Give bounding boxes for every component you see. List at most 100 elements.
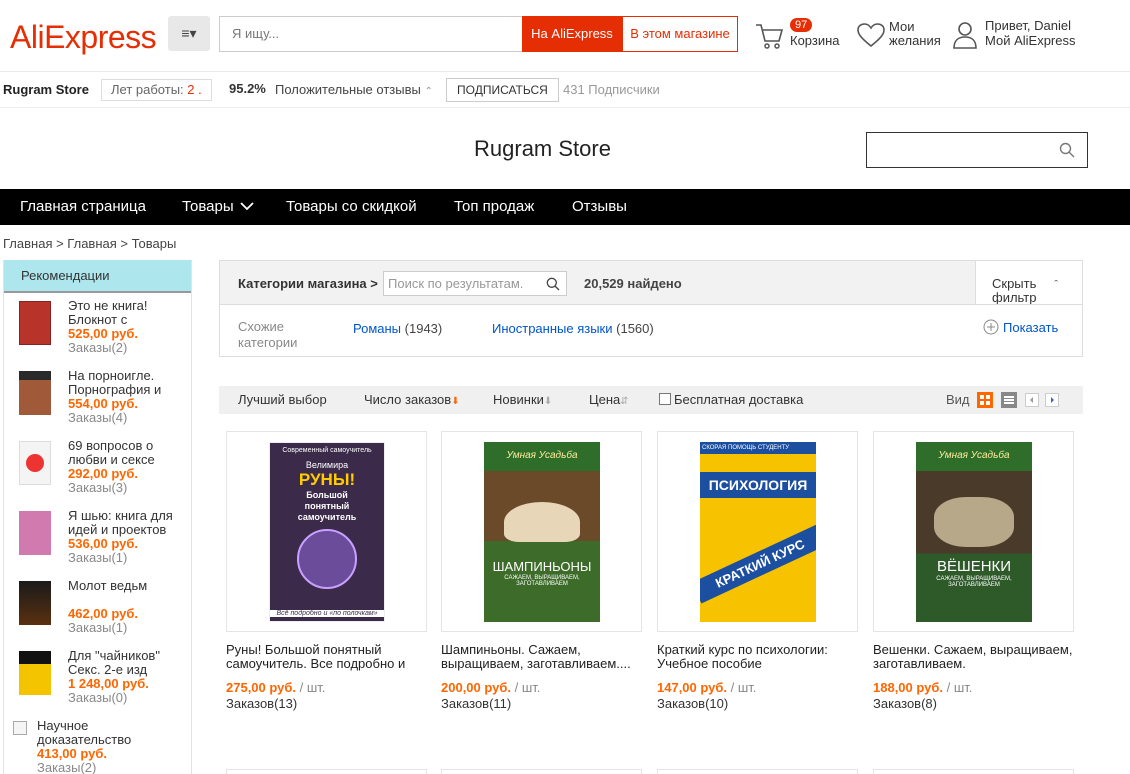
categories-menu-button[interactable]: ≡▾ bbox=[168, 16, 210, 51]
search-store-button[interactable]: В этом магазине bbox=[622, 16, 738, 52]
product-card[interactable]: СКОРАЯ ПОМОЩЬ СТУДЕНТУ ПСИХОЛОГИЯ КРАТКИ… bbox=[657, 431, 858, 632]
rec-title[interactable]: Для "чайников" Секс. 2-е изд bbox=[68, 649, 186, 677]
rec-title[interactable]: На порноигле. Порнография и bbox=[68, 369, 186, 397]
rec-title[interactable]: Научное доказательство bbox=[37, 719, 142, 747]
store-name[interactable]: Rugram Store bbox=[3, 82, 89, 97]
breadcrumb[interactable]: Главная > Главная > Товары bbox=[3, 236, 176, 251]
product-card[interactable] bbox=[873, 769, 1074, 774]
product-thumbnail[interactable] bbox=[19, 301, 51, 345]
similar-category-novels[interactable]: Романы (1943) bbox=[353, 321, 442, 336]
rec-title[interactable]: Это не книга! Блокнот с bbox=[68, 299, 186, 327]
rune-circle-icon bbox=[297, 529, 357, 589]
product-thumbnail[interactable] bbox=[19, 511, 51, 555]
product-orders: Заказов(13) bbox=[226, 696, 298, 711]
free-shipping-label[interactable]: Бесплатная доставка bbox=[674, 392, 803, 407]
nav-top-sales[interactable]: Топ продаж bbox=[454, 189, 534, 225]
rec-price: 1 248,00 руб. bbox=[68, 676, 149, 691]
rec-title[interactable]: 69 вопросов о любви и сексе bbox=[68, 439, 186, 467]
product-image-champignons[interactable]: Умная Усадьба ШАМПИНЬОНЫ САЖАЕМ, ВЫРАЩИВ… bbox=[484, 442, 600, 622]
nav-products[interactable]: Товары bbox=[182, 189, 254, 225]
category-link[interactable]: Романы bbox=[353, 321, 401, 336]
cart-label: Корзина bbox=[790, 33, 840, 48]
search-icon[interactable] bbox=[1059, 142, 1075, 158]
wishlist-label: Мои желания bbox=[889, 19, 941, 48]
cover-subtitle: Большой понятный самоучитель bbox=[297, 490, 357, 522]
cover-author: Велимира bbox=[305, 460, 349, 470]
search-input[interactable]: Я ищу... bbox=[219, 16, 522, 52]
sort-newest[interactable]: Новинки⬇ bbox=[493, 392, 552, 407]
cover-bottom: Всё подробно и «по полочкам» bbox=[270, 610, 384, 617]
list-item[interactable]: Это не книга! Блокнот с 525,00 руб. Заказы… bbox=[4, 299, 191, 369]
product-image-runes[interactable]: Современный самоучитель Велимира РУНЫ! Б… bbox=[269, 442, 385, 622]
followers-count: 431 Подписчики bbox=[563, 82, 660, 97]
show-more-button[interactable]: Показать bbox=[983, 319, 1058, 335]
product-thumbnail[interactable] bbox=[19, 441, 51, 485]
cover-title: ВЁШЕНКИ bbox=[936, 558, 1012, 575]
list-item[interactable]: Для "чайников" Секс. 2-е изд 1 248,00 руб… bbox=[4, 649, 191, 719]
product-card[interactable] bbox=[441, 769, 642, 774]
category-link[interactable]: Иностранные языки bbox=[492, 321, 613, 336]
product-card[interactable]: Современный самоучитель Велимира РУНЫ! Б… bbox=[226, 431, 427, 632]
product-thumbnail[interactable] bbox=[19, 651, 51, 695]
free-shipping-checkbox[interactable] bbox=[659, 393, 671, 405]
product-thumbnail[interactable] bbox=[19, 371, 51, 415]
sort-orders[interactable]: Число заказов⬇ bbox=[364, 392, 460, 407]
list-view-icon[interactable] bbox=[1001, 392, 1017, 408]
plus-circle-icon bbox=[983, 319, 999, 335]
cover-subtitle: САЖАЕМ, ВЫРАЩИВАЕМ, ЗАГОТАВЛИВАЕМ bbox=[504, 575, 580, 587]
product-title[interactable]: Шампиньоны. Сажаем, выращиваем, заготавл… bbox=[441, 643, 641, 671]
price-value: 188,00 руб. bbox=[873, 680, 944, 695]
nav-discounts[interactable]: Товары со скидкой bbox=[286, 189, 417, 225]
nav-reviews[interactable]: Отзывы bbox=[572, 189, 627, 225]
results-search-input[interactable]: Поиск по результатам. bbox=[383, 271, 567, 296]
aliexpress-logo[interactable]: AliExpress bbox=[10, 17, 157, 57]
product-card[interactable] bbox=[226, 769, 427, 774]
mushroom-image bbox=[934, 497, 1014, 547]
list-item[interactable]: Научное доказательство 413,00 руб. Заказы(… bbox=[4, 719, 191, 774]
positive-feedback-label: Положительные отзывы bbox=[275, 82, 421, 97]
product-thumbnail[interactable] bbox=[19, 581, 51, 625]
product-card[interactable] bbox=[657, 769, 858, 774]
search-aliexpress-button[interactable]: На AliExpress bbox=[522, 16, 622, 52]
product-title[interactable]: Руны! Большой понятный самоучитель. Все … bbox=[226, 643, 426, 671]
cart-link[interactable]: 97 Корзина bbox=[754, 18, 844, 54]
list-item[interactable]: 69 вопросов о любви и сексе 292,00 руб. За… bbox=[4, 439, 191, 509]
product-card[interactable]: Умная Усадьба ВЁШЕНКИ САЖАЕМ, ВЫРАЩИВАЕМ… bbox=[873, 431, 1074, 632]
product-title[interactable]: Вешенки. Сажаем, выращиваем, заготавлива… bbox=[873, 643, 1073, 671]
similar-category-languages[interactable]: Иностранные языки (1560) bbox=[492, 321, 654, 336]
product-image-psychology[interactable]: СКОРАЯ ПОМОЩЬ СТУДЕНТУ ПСИХОЛОГИЯ КРАТКИ… bbox=[700, 442, 816, 622]
list-item[interactable]: Я шью: книга для идей и проектов 536,00 р… bbox=[4, 509, 191, 579]
sort-best-match[interactable]: Лучший выбор bbox=[238, 392, 327, 407]
positive-feedback-dropdown[interactable]: Положительные отзывы ⌃ bbox=[275, 82, 433, 97]
search-icon[interactable] bbox=[546, 277, 560, 291]
cover-subtitle: САЖАЕМ, ВЫРАЩИВАЕМ, ЗАГОТАВЛИВАЕМ bbox=[936, 576, 1012, 588]
store-categories-link[interactable]: Категории магазина > bbox=[238, 276, 378, 291]
recommendations-sidebar: Рекомендации Это не книга! Блокнот с 525,… bbox=[3, 260, 192, 774]
category-count: (1943) bbox=[404, 321, 443, 336]
prev-page-icon[interactable] bbox=[1025, 393, 1039, 407]
price-value: 147,00 руб. bbox=[657, 680, 728, 695]
product-card[interactable]: Умная Усадьба ШАМПИНЬОНЫ САЖАЕМ, ВЫРАЩИВ… bbox=[441, 431, 642, 632]
product-title[interactable]: Краткий курс по психологии: Учебное посо… bbox=[657, 643, 857, 671]
rec-orders: Заказы(4) bbox=[68, 410, 128, 425]
broken-image-icon bbox=[13, 721, 27, 735]
next-page-icon[interactable] bbox=[1045, 393, 1059, 407]
cover-series: Умная Усадьба bbox=[506, 450, 578, 461]
grid-view-icon[interactable] bbox=[977, 392, 993, 408]
wishlist-link[interactable]: Мои желания bbox=[856, 18, 946, 52]
list-item[interactable]: Молот ведьм 462,00 руб. Заказы(1) bbox=[4, 579, 191, 649]
rec-title[interactable]: Я шью: книга для идей и проектов bbox=[68, 509, 186, 537]
cover-series: Современный самоучитель bbox=[282, 447, 372, 454]
hide-filter-button[interactable]: Скрыть фильтр ˆ bbox=[975, 261, 1082, 304]
list-item[interactable]: На порноигле. Порнография и 554,00 руб. За… bbox=[4, 369, 191, 439]
nav-home[interactable]: Главная страница bbox=[20, 189, 146, 225]
store-search-input[interactable] bbox=[866, 132, 1088, 168]
subscribe-button[interactable]: ПОДПИСАТЬСЯ bbox=[446, 78, 559, 102]
sort-price[interactable]: Цена⇵ bbox=[589, 392, 629, 407]
account-menu[interactable]: Привет, Daniel Мой AliExpress bbox=[952, 17, 1092, 53]
product-image-oyster[interactable]: Умная Усадьба ВЁШЕНКИ САЖАЕМ, ВЫРАЩИВАЕМ… bbox=[916, 442, 1032, 622]
my-aliexpress-link[interactable]: Мой AliExpress bbox=[985, 33, 1076, 48]
rec-orders: Заказы(1) bbox=[68, 550, 128, 565]
rec-title[interactable]: Молот ведьм bbox=[68, 579, 186, 607]
rec-orders: Заказы(1) bbox=[68, 620, 128, 635]
